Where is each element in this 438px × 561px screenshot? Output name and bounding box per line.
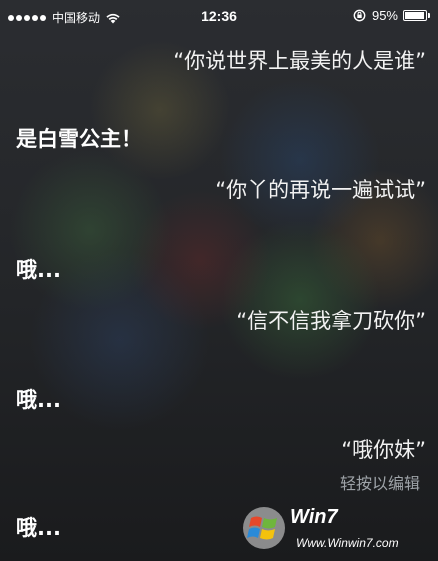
user-utterance[interactable]: “哦你妹” (341, 437, 426, 463)
tap-to-edit-hint[interactable]: 轻按以编辑 (340, 470, 420, 494)
user-utterance[interactable]: “你说世界上最美的人是谁” (173, 48, 426, 74)
status-bar: 中国移动 12:36 95% (0, 0, 438, 32)
battery-nub (428, 13, 430, 18)
windows-logo-icon (243, 507, 285, 549)
siri-response: 是白雪公主！ (16, 127, 142, 151)
battery-area: 95% (353, 8, 430, 23)
user-utterance[interactable]: “你丫的再说一遍试试” (215, 177, 426, 203)
battery-fill (405, 12, 424, 19)
rotation-lock-icon (353, 9, 366, 22)
watermark: Win7 Www.Winwin7.com (238, 500, 433, 556)
watermark-brand: Win7 (290, 506, 338, 528)
siri-response: 哦... (16, 388, 61, 412)
battery-percent: 95% (371, 8, 398, 23)
user-utterance[interactable]: “信不信我拿刀砍你” (236, 308, 426, 334)
watermark-url: Www.Winwin7.com (296, 536, 399, 550)
siri-response: 哦... (16, 258, 61, 282)
battery-icon (403, 10, 427, 21)
siri-response: 哦... (16, 516, 61, 540)
